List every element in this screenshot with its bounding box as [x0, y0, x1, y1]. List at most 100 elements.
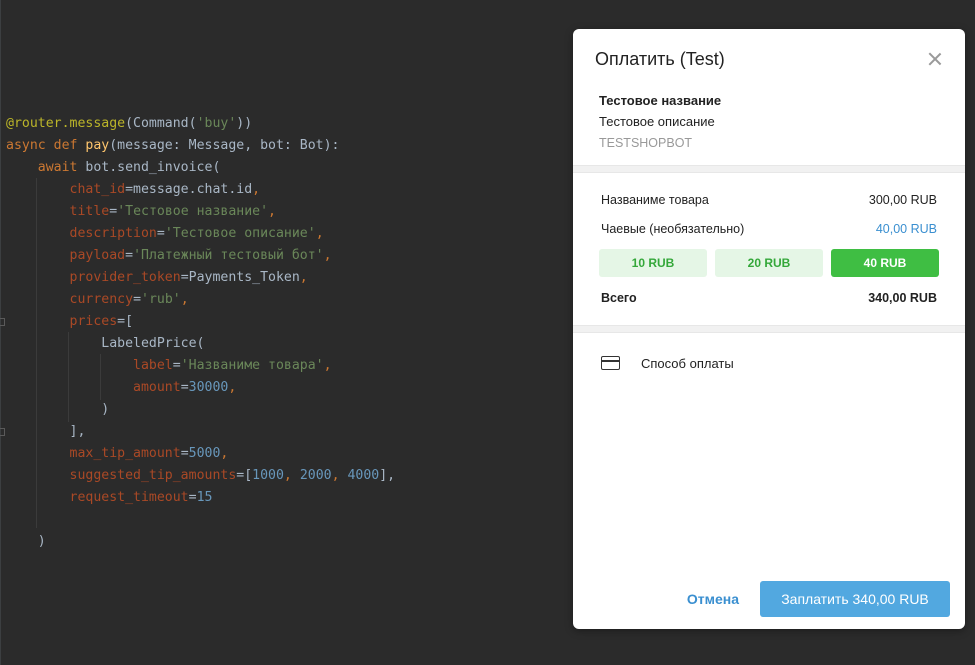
code-line[interactable]: payload='Платежный тестовый бот', — [6, 245, 395, 267]
item-label: Названиме товара — [601, 193, 709, 207]
code-token: = — [109, 204, 118, 219]
code-token: = — [180, 380, 189, 395]
code-line[interactable]: provider_token=Payments_Token, — [6, 267, 395, 289]
editor-gutter — [0, 0, 1, 665]
code-line[interactable]: request_timeout=15 — [6, 487, 395, 509]
cancel-button[interactable]: Отмена — [673, 581, 753, 617]
code-token: 'buy' — [196, 116, 237, 131]
code-line[interactable]: ) — [6, 399, 395, 421]
code-token: 30000 — [188, 380, 229, 395]
tip-option-button-selected[interactable]: 40 RUB — [831, 249, 939, 277]
code-token: )) — [236, 116, 253, 131]
code-token: async def — [6, 138, 86, 153]
code-token: = — [125, 248, 134, 263]
fold-marker-icon[interactable] — [0, 318, 5, 326]
code-line[interactable]: description='Тестовое описание', — [6, 223, 395, 245]
pay-button[interactable]: Заплатить 340,00 RUB — [760, 581, 950, 617]
code-token: =Payments_Token — [180, 270, 300, 285]
code-token: , — [252, 182, 261, 197]
code-line[interactable]: @router.message(Command('buy')) — [6, 113, 395, 135]
total-value: 340,00 RUB — [868, 291, 937, 305]
code-token: , — [268, 204, 276, 219]
code-token: request_timeout — [69, 490, 189, 505]
code-token: 'Платежный тестовый бот' — [133, 248, 324, 263]
code-line[interactable]: ) — [6, 531, 395, 553]
section-divider — [573, 325, 965, 333]
item-row: Названиме товара 300,00 RUB — [601, 193, 937, 207]
code-token: =[ — [117, 314, 134, 329]
code-line[interactable]: ], — [6, 421, 395, 443]
code-token: chat_id — [69, 182, 126, 197]
code-token: 15 — [196, 490, 213, 505]
code-token: , — [228, 380, 237, 395]
code-token: , — [331, 468, 348, 483]
credit-card-icon — [601, 356, 620, 370]
tip-value: 40,00 RUB — [875, 222, 937, 236]
code-token: @router.message — [6, 116, 126, 131]
code-token: 'Тестовое название' — [117, 204, 269, 219]
fold-marker-icon[interactable] — [0, 428, 5, 436]
code-token: ], — [6, 424, 86, 439]
code-token: suggested_tip_amounts — [69, 468, 237, 483]
code-line[interactable]: prices=[ — [6, 311, 395, 333]
code-line[interactable]: label='Названиме товара', — [6, 355, 395, 377]
code-content[interactable]: @router.message(Command('buy')) async def… — [6, 113, 395, 553]
code-line[interactable]: max_tip_amount=5000, — [6, 443, 395, 465]
tip-option-button[interactable]: 20 RUB — [715, 249, 823, 277]
code-token: 2000 — [299, 468, 332, 483]
code-token: (message: Message, bot: Bot): — [109, 138, 340, 153]
code-token: max_tip_amount — [69, 446, 181, 461]
product-name: Тестовое название — [599, 93, 722, 108]
code-token: = — [172, 358, 181, 373]
code-line[interactable]: LabeledPrice( — [6, 333, 395, 355]
code-token: prices — [69, 314, 118, 329]
code-line[interactable]: await bot.send_invoice( — [6, 157, 395, 179]
code-token: await — [37, 160, 86, 175]
tip-option-button[interactable]: 10 RUB — [599, 249, 707, 277]
code-token: , — [180, 292, 189, 307]
code-line[interactable]: chat_id=message.chat.id, — [6, 179, 395, 201]
code-token: bot.send_invoice( — [85, 160, 221, 175]
code-token: ], — [379, 468, 396, 483]
code-line[interactable]: amount=30000, — [6, 377, 395, 399]
item-price: 300,00 RUB — [868, 193, 937, 207]
code-token: label — [133, 358, 173, 373]
tip-label: Чаевые (необязательно) — [601, 222, 745, 236]
code-line[interactable] — [6, 509, 395, 531]
code-token: , — [323, 248, 332, 263]
code-line[interactable]: suggested_tip_amounts=[1000, 2000, 4000]… — [6, 465, 396, 487]
code-token: 'Названиме товара' — [180, 358, 324, 373]
close-icon[interactable] — [927, 51, 943, 67]
code-token: 'Тестовое описание' — [164, 226, 316, 241]
payment-method-option[interactable]: Способ оплаты — [641, 356, 734, 371]
code-token: pay — [85, 138, 110, 153]
code-token: , — [220, 446, 229, 461]
code-token: , — [323, 358, 332, 373]
code-line[interactable]: async def pay(message: Message, bot: Bot… — [6, 135, 395, 157]
code-token: = — [188, 490, 197, 505]
code-token: , — [283, 468, 300, 483]
code-token: , — [299, 270, 308, 285]
total-label: Всего — [601, 291, 637, 305]
code-line[interactable]: currency='rub', — [6, 289, 395, 311]
code-token: =[ — [236, 468, 253, 483]
code-token: = — [156, 226, 165, 241]
code-token: 4000 — [347, 468, 380, 483]
code-token: description — [69, 226, 157, 241]
code-token: LabeledPrice( — [6, 336, 205, 351]
code-line[interactable]: title='Тестовое название', — [6, 201, 395, 223]
code-token: ) — [6, 534, 46, 549]
product-description: Тестовое описание — [599, 114, 715, 129]
code-token: , — [315, 226, 324, 241]
code-token: 1000 — [252, 468, 284, 483]
shop-name: TESTSHOPBOT — [599, 136, 693, 150]
code-token: currency — [69, 292, 134, 307]
